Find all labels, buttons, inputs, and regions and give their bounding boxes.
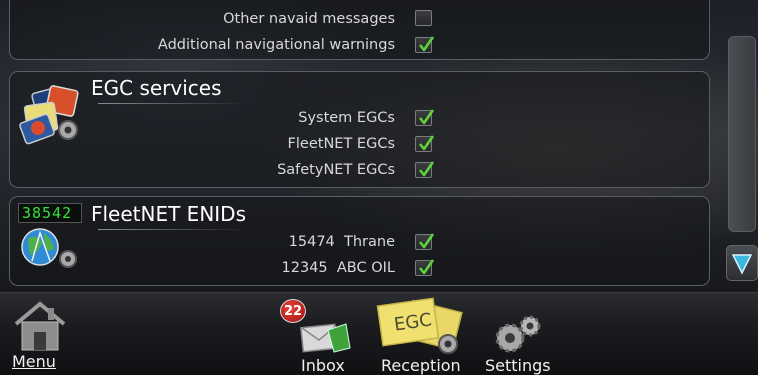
list-item: Other navaid messages [0,8,395,30]
list-item: Additional navigational warnings [0,34,395,56]
menu-button[interactable]: Menu [10,300,70,372]
scrollbar-thumb[interactable] [728,36,756,232]
home-icon [14,301,66,351]
list-item: SafetyNET EGCs [0,159,395,181]
other-navaid-label: Other navaid messages [223,11,395,27]
enid-15474-checkbox[interactable] [415,233,435,250]
safetynet-egcs-checkbox[interactable] [415,161,435,178]
scroll-down-button[interactable] [726,245,758,281]
system-egcs-label: System EGCs [298,110,395,126]
reception-button[interactable]: EGC Reception [374,296,470,375]
gears-icon [495,315,541,353]
fleetnet-enids-title: FleetNET ENIDs [91,202,246,226]
additional-nav-warnings-checkbox[interactable] [415,36,435,53]
reception-label: Reception [381,356,461,375]
inbox-label: Inbox [301,356,345,375]
enid-12345-label: 12345 ABC OIL [281,260,395,276]
inbox-button[interactable]: Inbox [294,318,358,375]
list-item: 12345 ABC OIL [0,257,395,279]
triangle-down-icon [731,254,753,275]
safetynet-egcs-label: SafetyNET EGCs [277,162,395,178]
settings-label: Settings [485,356,551,375]
menu-label: Menu [12,352,56,371]
fleetnet-egcs-label: FleetNET EGCs [287,136,395,152]
list-item: 15474 Thrane [0,231,395,253]
fleetnet-title-underline [98,229,248,230]
list-item: FleetNET EGCs [0,133,395,155]
system-egcs-checkbox[interactable] [415,109,435,126]
enid-12345-checkbox[interactable] [415,259,435,276]
settings-button[interactable]: Settings [482,314,558,375]
other-navaid-checkbox[interactable] [415,10,432,26]
list-item: System EGCs [0,107,395,129]
fleetnet-egcs-checkbox[interactable] [415,135,435,152]
inbox-count-badge: 22 [280,299,306,323]
enid-15474-label: 15474 Thrane [288,234,395,250]
additional-nav-warnings-label: Additional navigational warnings [157,37,395,53]
inbox-envelope-icon [300,323,351,353]
egc-services-title: EGC services [91,76,222,100]
egc-title-underline [98,103,248,104]
